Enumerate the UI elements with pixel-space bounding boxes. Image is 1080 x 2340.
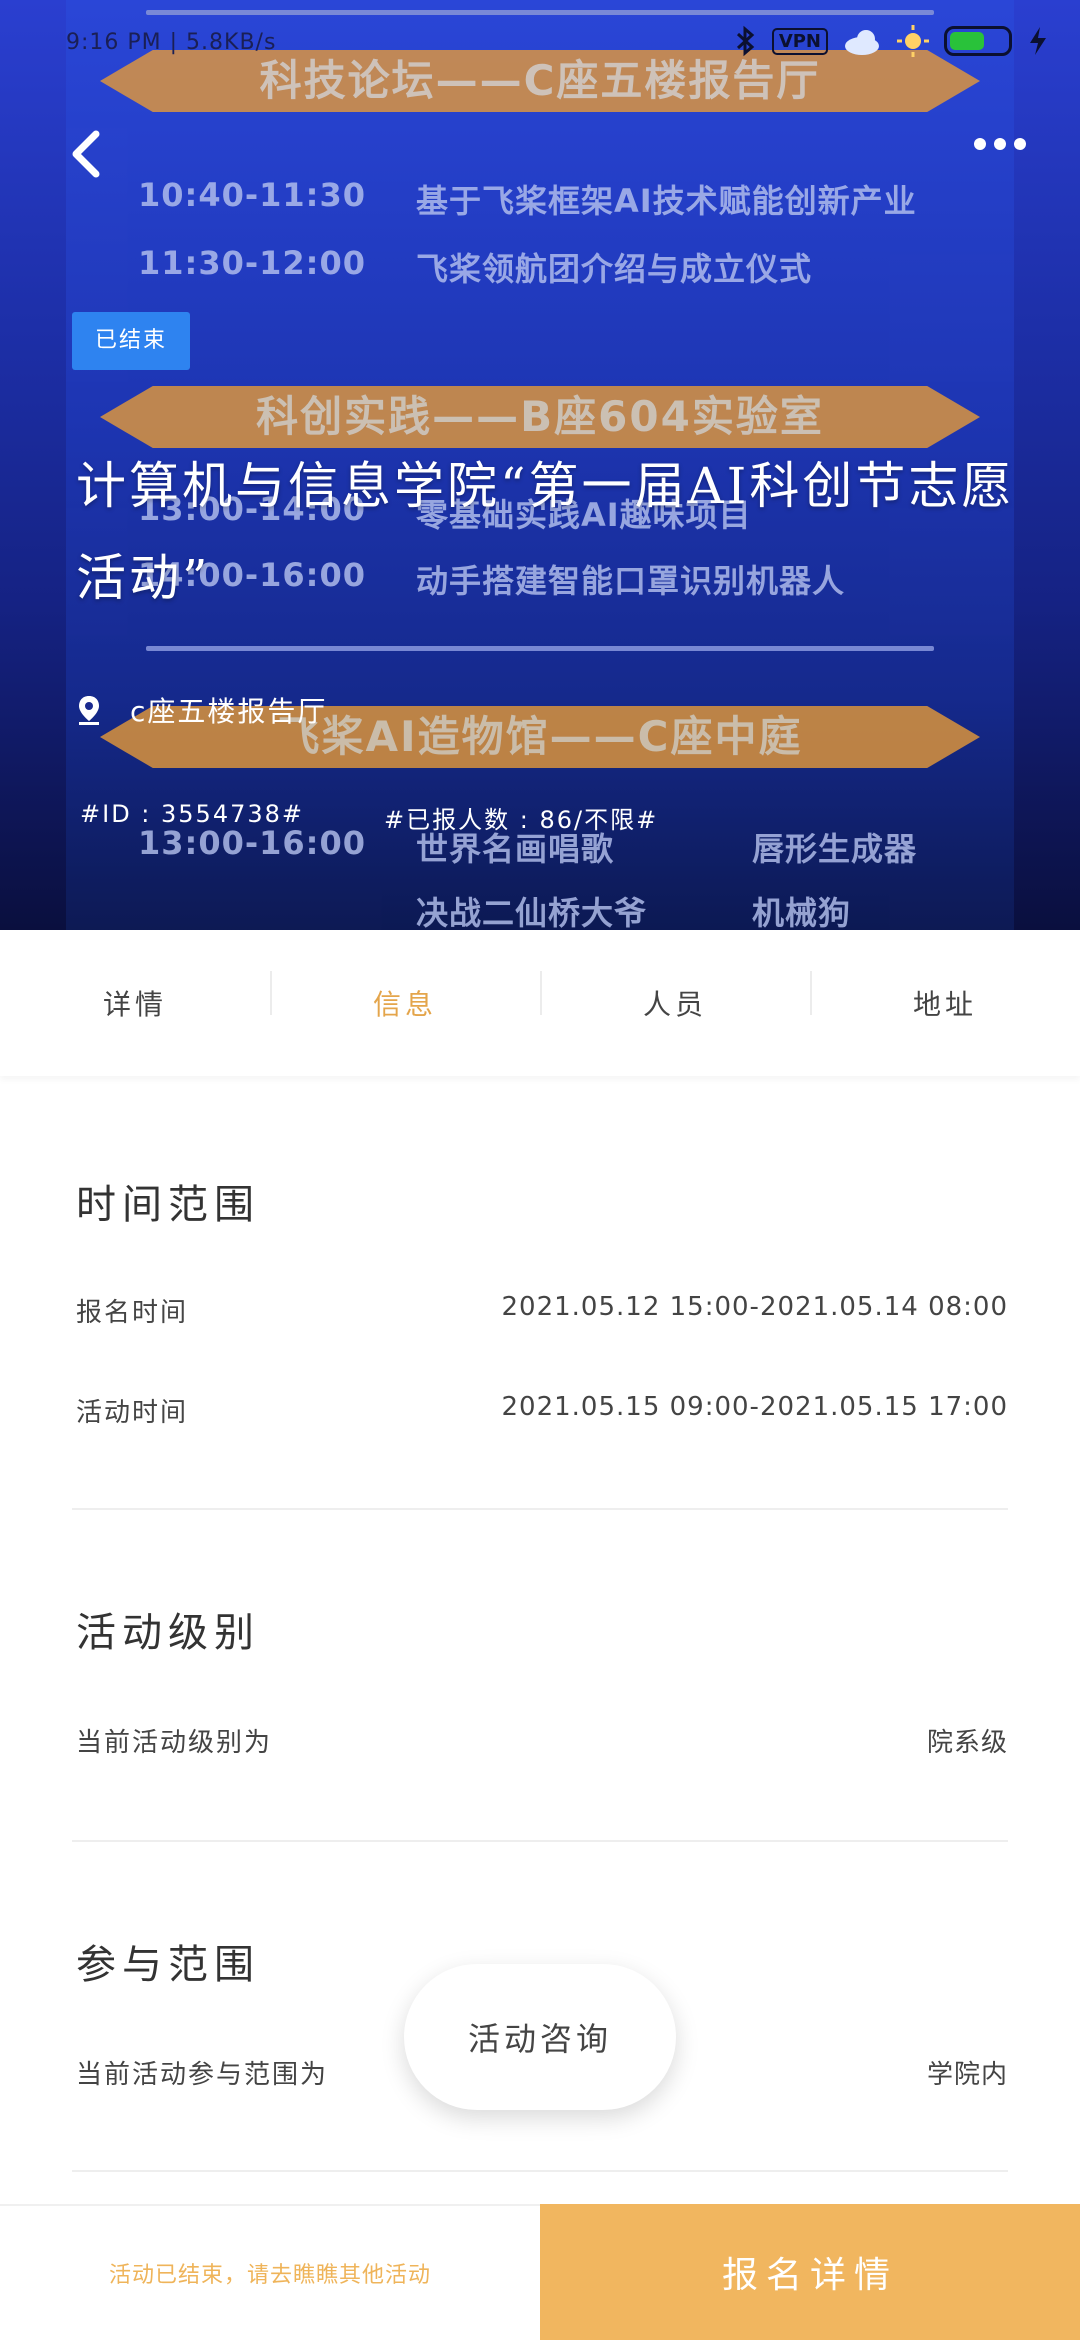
consult-button[interactable]: 活动咨询 — [404, 1964, 676, 2110]
weather-cloud-icon — [845, 30, 879, 55]
more-dot-icon — [994, 138, 1006, 150]
level-value: 院系级 — [926, 1728, 1008, 1758]
status-badge: 已结束 — [72, 312, 190, 370]
event-id: #ID : 3554738# — [80, 800, 305, 828]
poster-text: 机械狗 — [752, 894, 852, 930]
signup-time-value: 2021.05.12 15:00-2021.05.14 08:00 — [501, 1292, 1008, 1322]
location-pin-icon — [79, 696, 99, 725]
event-title: 计算机与信息学院“第一届AI科创节志愿活动” — [76, 457, 1015, 607]
tab-details[interactable]: 详情 — [0, 983, 270, 1023]
poster-time: 10:40-11:30 — [138, 176, 366, 214]
scope-value: 学院内 — [926, 2060, 1008, 2090]
poster-text: 决战二仙桥大爷 — [416, 894, 648, 930]
more-dot-icon — [974, 138, 986, 150]
tab-members[interactable]: 人员 — [540, 971, 810, 1023]
vpn-icon: VPN — [771, 27, 828, 55]
bluetooth-icon — [736, 25, 755, 57]
poster-banner-2: 科创实践——B座604实验室 — [100, 386, 980, 448]
section-divider — [72, 1840, 1008, 1842]
section-divider — [72, 1508, 1008, 1510]
poster-text: 唇形生成器 — [752, 830, 918, 868]
battery-icon — [944, 26, 1012, 56]
section-title: 时间范围 — [76, 1182, 260, 1228]
sun-icon — [897, 25, 929, 57]
section-title: 活动级别 — [76, 1610, 260, 1656]
signup-time-label: 报名时间 — [76, 1298, 189, 1328]
event-time-value: 2021.05.15 09:00-2021.05.15 17:00 — [501, 1392, 1008, 1422]
hero-banner: 科技论坛——C座五楼报告厅 10:40-11:30 基于飞桨框架AI技术赋能创新… — [0, 0, 1080, 930]
poster-divider — [146, 10, 934, 15]
tab-address[interactable]: 地址 — [810, 971, 1080, 1023]
event-meta-row: #ID : 3554738# #已报人数 : 86/不限# — [80, 800, 658, 835]
location-row: c座五楼报告厅 — [78, 690, 327, 730]
signup-details-button[interactable]: 报名详情 — [540, 2204, 1080, 2340]
more-options-button[interactable] — [974, 138, 1026, 150]
chevron-left-icon — [72, 130, 100, 178]
status-icons: VPN — [732, 24, 1050, 58]
location-text: c座五楼报告厅 — [130, 695, 328, 728]
enrolled-count: #已报人数 : 86/不限# — [384, 806, 659, 834]
tab-bar: 详情 信息 人员 地址 — [0, 930, 1080, 1076]
ended-notice: 活动已结束，请去瞧瞧其他活动 — [0, 2204, 540, 2340]
time-range-section: 时间范围 — [76, 1172, 1008, 1230]
event-time-row: 活动时间 2021.05.15 09:00-2021.05.15 17:00 — [76, 1392, 1008, 1429]
status-time: 9:16 PM | 5.8KB/s — [66, 30, 277, 55]
charging-icon — [1030, 27, 1046, 55]
level-row: 当前活动级别为 院系级 — [76, 1722, 1008, 1759]
poster-time: 11:30-12:00 — [138, 244, 366, 282]
tab-info[interactable]: 信息 — [270, 971, 540, 1023]
section-divider — [72, 2170, 1008, 2172]
back-button[interactable] — [64, 124, 114, 184]
status-bar: 9:16 PM | 5.8KB/s VPN — [0, 18, 1080, 70]
poster-text: 飞桨领航团介绍与成立仪式 — [416, 250, 813, 288]
bottom-action-bar: 活动已结束，请去瞧瞧其他活动 报名详情 — [0, 2204, 1080, 2340]
poster-text: 基于飞桨框架AI技术赋能创新产业 — [416, 182, 917, 220]
event-time-label: 活动时间 — [76, 1398, 189, 1428]
level-label: 当前活动级别为 — [76, 1728, 273, 1758]
more-dot-icon — [1014, 138, 1026, 150]
scope-label: 当前活动参与范围为 — [76, 2060, 329, 2090]
poster-divider — [146, 646, 934, 651]
level-section: 活动级别 — [76, 1600, 1008, 1658]
signup-time-row: 报名时间 2021.05.12 15:00-2021.05.14 08:00 — [76, 1292, 1008, 1329]
